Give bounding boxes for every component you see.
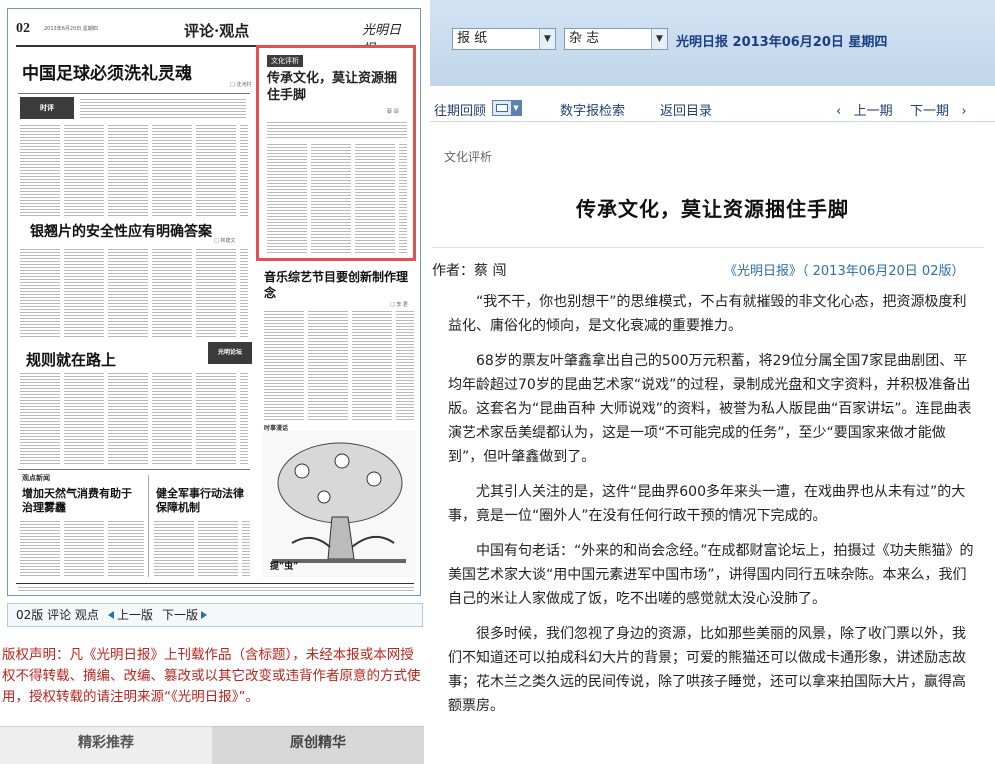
body-text-columns [267,144,407,254]
page-nav-bar: 02版 评论 观点 上一版 下一版 [7,603,423,627]
byline-yinqiao: □ 林建文 [214,238,236,244]
page-footer-rule [16,583,414,584]
divider [18,469,250,470]
article-paragraph: 68岁的票友叶肇鑫拿出自己的500万元积蓄，将29位分属全国7家昆曲剧团、平均年… [448,353,972,465]
headline-military[interactable]: 健全军事行动法律保障机制 [156,487,252,515]
byline-football: □ 沈河村 [230,82,252,88]
page-section: 评论·观点 [184,22,250,40]
body-text-columns [20,373,248,465]
body-text-columns [20,521,144,577]
chevron-down-icon: ▼ [511,101,521,115]
title-divider [432,247,984,248]
highlight-tag: 文化评析 [267,55,303,67]
tab-featured[interactable]: 精彩推荐 [0,726,212,764]
article-title: 传承文化，莫让资源捆住手脚 [576,197,849,221]
magazine-select[interactable]: 杂 志 ▼ [564,28,668,50]
divider [18,93,250,94]
selected-article-highlight[interactable]: 文化评析 传承文化，莫让资源捆住手脚 蔡 闯 [256,45,416,261]
page-number: 02 [16,21,30,36]
article-body: “我不干，你也别想干”的思维模式，不占有就摧毁的非文化心态，把资源极度利益化、庸… [448,290,976,729]
highlight-title: 传承文化，莫让资源捆住手脚 [267,71,398,103]
next-page-link[interactable]: 下一版 [162,604,208,626]
newspaper-panel: 02 2013年6月20日 星期四 评论·观点 光明日报 中国足球必须洗礼灵魂 … [0,0,430,764]
calendar-picker-button[interactable]: ▼ [492,100,522,116]
arrow-left-icon [108,611,114,619]
newspaper-page-image[interactable]: 02 2013年6月20日 星期四 评论·观点 光明日报 中国足球必须洗礼灵魂 … [7,8,421,596]
page-footer-text [18,587,414,591]
article-paragraph: 很多时候，我们忽视了身边的资源，比如那些美丽的风景，除了收门票以外，我们不知道还… [448,626,966,714]
back-to-index-link[interactable]: 返回目录 [660,100,712,119]
archive-link[interactable]: 往期回顾 [434,100,486,119]
article-paragraph: 中国有句老话：“外来的和尚会念经。”在成都财富论坛上，拍摄过《功夫熊猫》的美国艺… [448,543,974,607]
prev-issue-link[interactable]: ‹ 上一期 [836,100,893,119]
article-source-link[interactable]: 《光明日报》（ 2013年06月20日 02版） [724,260,964,279]
page-header: 02 2013年6月20日 星期四 评论·观点 光明日报 [16,15,412,57]
newspaper-select[interactable]: 报 纸 ▼ [452,28,556,50]
recommend-tabs: 精彩推荐 原创精华 [0,726,425,764]
magazine-select-value: 杂 志 [569,31,600,46]
search-link[interactable]: 数字报检索 [560,100,625,119]
article-paragraph: “我不干，你也别想干”的思维模式，不占有就摧毁的非文化心态，把资源极度利益化、庸… [448,294,967,334]
publication-date: 光明日报 2013年06月20日 星期四 [676,35,888,50]
article-category: 文化评析 [444,150,493,164]
column-logo-luntan: 光明论坛 [208,342,252,364]
byline-music: □ 李 君 [390,302,408,308]
body-text-columns [20,125,248,217]
newspaper-select-value: 报 纸 [457,31,488,46]
body-text-columns [20,249,248,339]
calendar-icon [496,104,508,112]
article-paragraph: 尤其引人关注的是，这件“昆曲界600多年来头一遭，在戏曲界也从未有过”的大事，竟… [448,484,966,524]
divider [148,475,149,577]
body-text-columns [264,311,414,421]
body-text-columns [154,521,250,577]
chevron-down-icon: ▼ [651,29,667,49]
page-nav-label: 02版 评论 观点 [16,608,99,622]
headline-gas[interactable]: 增加天然气消费有助于治理雾霾 [22,487,142,515]
headline-rules[interactable]: 规则就在路上 [26,349,116,370]
cartoon-caption: 提“虫” [270,562,299,572]
column-tag-guandian: 观点新闻 [22,474,50,482]
chevron-down-icon: ▼ [539,29,555,49]
lead-text [80,99,246,119]
tab-original[interactable]: 原创精华 [212,726,424,764]
cartoon-tree-image [262,431,416,577]
headline-football[interactable]: 中国足球必须洗礼灵魂 [22,59,192,84]
article-author: 作者：蔡 闯 [432,263,507,279]
next-issue-link[interactable]: 下一期 › [910,100,967,119]
column-logo-shiping: 时评 [20,97,74,119]
prev-page-link[interactable]: 上一版 [108,604,153,626]
lead-text [267,122,407,138]
highlight-author: 蔡 闯 [387,109,399,115]
headline-yinqiao[interactable]: 银翘片的安全性应有明确答案 [30,221,212,241]
copyright-notice: 版权声明：凡《光明日报》上刊载作品（含标题），未经本报或本网授权不得转载、摘编、… [2,647,421,705]
arrow-right-icon [201,611,208,619]
headline-music[interactable]: 音乐综艺节目要创新制作理念 [264,269,414,301]
page-date: 2013年6月20日 星期四 [44,26,98,32]
